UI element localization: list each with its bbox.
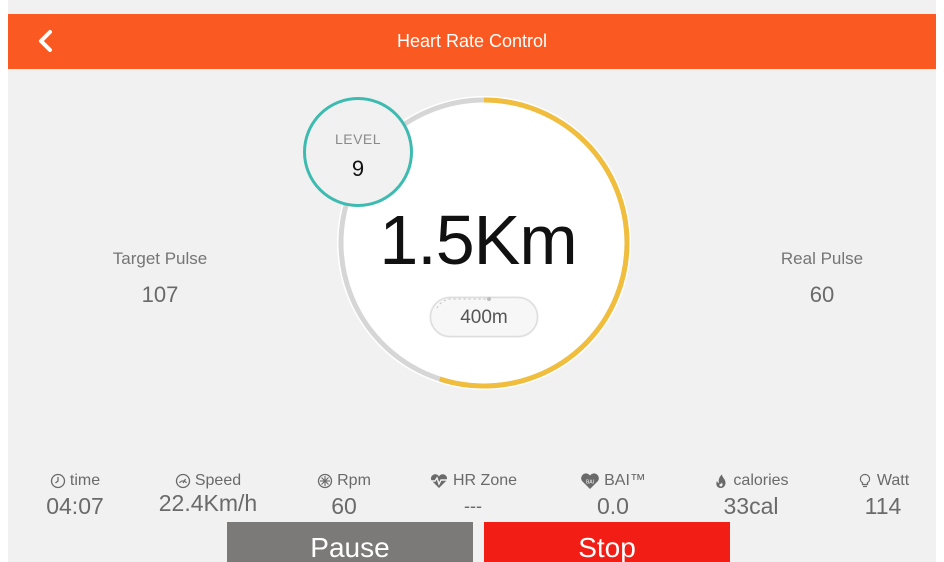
app-header: Heart Rate Control: [8, 14, 936, 69]
bai-icon-text: BAI: [586, 480, 594, 486]
stat-time: time 04:07: [15, 470, 135, 519]
stat-calories-value: 33cal: [723, 493, 779, 519]
speed-icon: [175, 473, 191, 489]
stat-calories-label: calories: [733, 472, 789, 489]
stat-speed-value: 22.4Km/h: [158, 490, 258, 516]
stat-time-label: time: [69, 472, 101, 489]
stat-bai-label: BAI™: [604, 472, 646, 489]
stat-time-value: 04:07: [46, 493, 104, 519]
stat-watt: Watt 114: [823, 470, 936, 519]
level-label: LEVEL: [334, 131, 382, 147]
stat-hr-zone-label: HR Zone: [452, 472, 518, 489]
stat-watt-label: Watt: [876, 472, 910, 489]
clock-icon: [50, 473, 66, 489]
stat-hr-zone-value: ---: [464, 496, 482, 516]
stat-calories: calories 33cal: [691, 470, 811, 519]
stat-speed-label: Speed: [194, 472, 242, 489]
real-pulse-label: Real Pulse: [780, 249, 864, 268]
stat-rpm-value: 60: [331, 493, 357, 519]
stat-rpm-label: Rpm: [337, 472, 371, 489]
stat-bai: BAI BAI™ 0.0: [553, 470, 673, 519]
stat-rpm: Rpm 60: [284, 470, 404, 519]
lap-indicator: 400m: [429, 296, 539, 338]
target-pulse-value: 107: [141, 282, 179, 307]
distance-value: 1.5Km: [379, 201, 577, 279]
workout-screen: Heart Rate Control Target Pulse 107 Real…: [8, 0, 936, 562]
rpm-icon: [317, 473, 333, 489]
real-pulse-value: 60: [809, 282, 835, 307]
pause-button[interactable]: Pause: [227, 522, 473, 562]
stat-speed: Speed 22.4Km/h: [148, 470, 268, 516]
bulb-icon: [859, 473, 871, 488]
stat-hr-zone: HR Zone ---: [413, 470, 533, 519]
level-value: 9: [351, 156, 365, 181]
stat-watt-value: 114: [864, 493, 902, 519]
heartbeat-icon: [429, 474, 448, 488]
lap-distance: 400m: [460, 307, 508, 328]
bai-heart-icon: BAI: [581, 473, 599, 489]
flame-icon: [716, 474, 726, 488]
stat-bai-value: 0.0: [597, 493, 629, 519]
target-pulse-label: Target Pulse: [112, 249, 208, 268]
level-badge[interactable]: LEVEL 9: [303, 97, 413, 207]
page-title: Heart Rate Control: [396, 31, 548, 51]
stop-button[interactable]: Stop: [484, 522, 730, 562]
